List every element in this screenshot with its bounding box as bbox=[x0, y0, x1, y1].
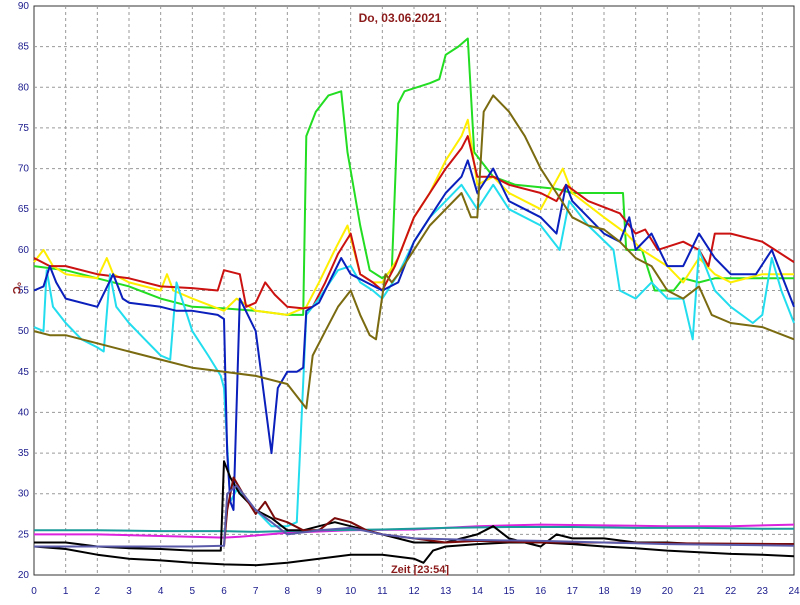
y-tick-label: 35 bbox=[18, 448, 30, 459]
x-tick-label: 0 bbox=[31, 586, 37, 597]
x-tick-label: 19 bbox=[630, 586, 642, 597]
x-tick-label: 24 bbox=[788, 586, 800, 597]
x-tick-label: 20 bbox=[662, 586, 674, 597]
x-tick-labels: 0 1 2 3 4 5 6 7 8 9 10 11 12 13 14 15 16 17 18 19 20 21 22 23 24 bbox=[31, 586, 800, 597]
x-tick-label: 16 bbox=[535, 586, 547, 597]
y-tick-label: 30 bbox=[18, 489, 30, 500]
y-tick-label: 25 bbox=[18, 529, 30, 540]
x-tick-label: 11 bbox=[377, 586, 388, 597]
x-tick-label: 3 bbox=[126, 586, 132, 597]
x-tick-label: 12 bbox=[408, 586, 420, 597]
x-tick-label: 14 bbox=[472, 586, 484, 597]
x-tick-label: 4 bbox=[158, 586, 164, 597]
chart-container: 0 1 2 3 4 5 6 7 8 9 10 11 12 13 14 15 16 17 18 19 20 21 22 23 24… bbox=[0, 0, 800, 600]
y-tick-label: 70 bbox=[18, 164, 30, 175]
x-tick-label: 8 bbox=[285, 586, 291, 597]
chart-title: Do, 03.06.2021 bbox=[359, 11, 442, 25]
y-tick-label: 90 bbox=[18, 1, 30, 12]
x-tick-label: 23 bbox=[757, 586, 769, 597]
y-tick-label: 45 bbox=[18, 367, 30, 378]
x-tick-label: 5 bbox=[190, 586, 196, 597]
x-tick-label: 21 bbox=[693, 586, 705, 597]
y-tick-label: 60 bbox=[18, 245, 30, 256]
y-tick-label: 75 bbox=[18, 123, 30, 134]
y-axis-label: °C bbox=[10, 282, 22, 294]
x-tick-label: 10 bbox=[345, 586, 357, 597]
x-tick-label: 9 bbox=[316, 586, 322, 597]
x-tick-label: 13 bbox=[440, 586, 452, 597]
x-tick-label: 17 bbox=[567, 586, 579, 597]
x-tick-label: 18 bbox=[598, 586, 610, 597]
x-tick-label: 15 bbox=[503, 586, 515, 597]
temperature-line-chart: 0 1 2 3 4 5 6 7 8 9 10 11 12 13 14 15 16 17 18 19 20 21 22 23 24… bbox=[10, 1, 800, 597]
x-tick-label: 6 bbox=[221, 586, 227, 597]
x-tick-label: 1 bbox=[63, 586, 69, 597]
y-tick-label: 50 bbox=[18, 326, 30, 337]
x-tick-label: 22 bbox=[725, 586, 737, 597]
y-tick-label: 65 bbox=[18, 204, 30, 215]
x-axis-label: Zeit [23:54] bbox=[391, 564, 449, 576]
x-tick-label: 2 bbox=[95, 586, 101, 597]
y-tick-label: 85 bbox=[18, 42, 30, 53]
x-tick-label: 7 bbox=[253, 586, 259, 597]
y-tick-label: 80 bbox=[18, 82, 30, 93]
y-tick-label: 20 bbox=[18, 570, 30, 581]
y-tick-label: 40 bbox=[18, 407, 30, 418]
